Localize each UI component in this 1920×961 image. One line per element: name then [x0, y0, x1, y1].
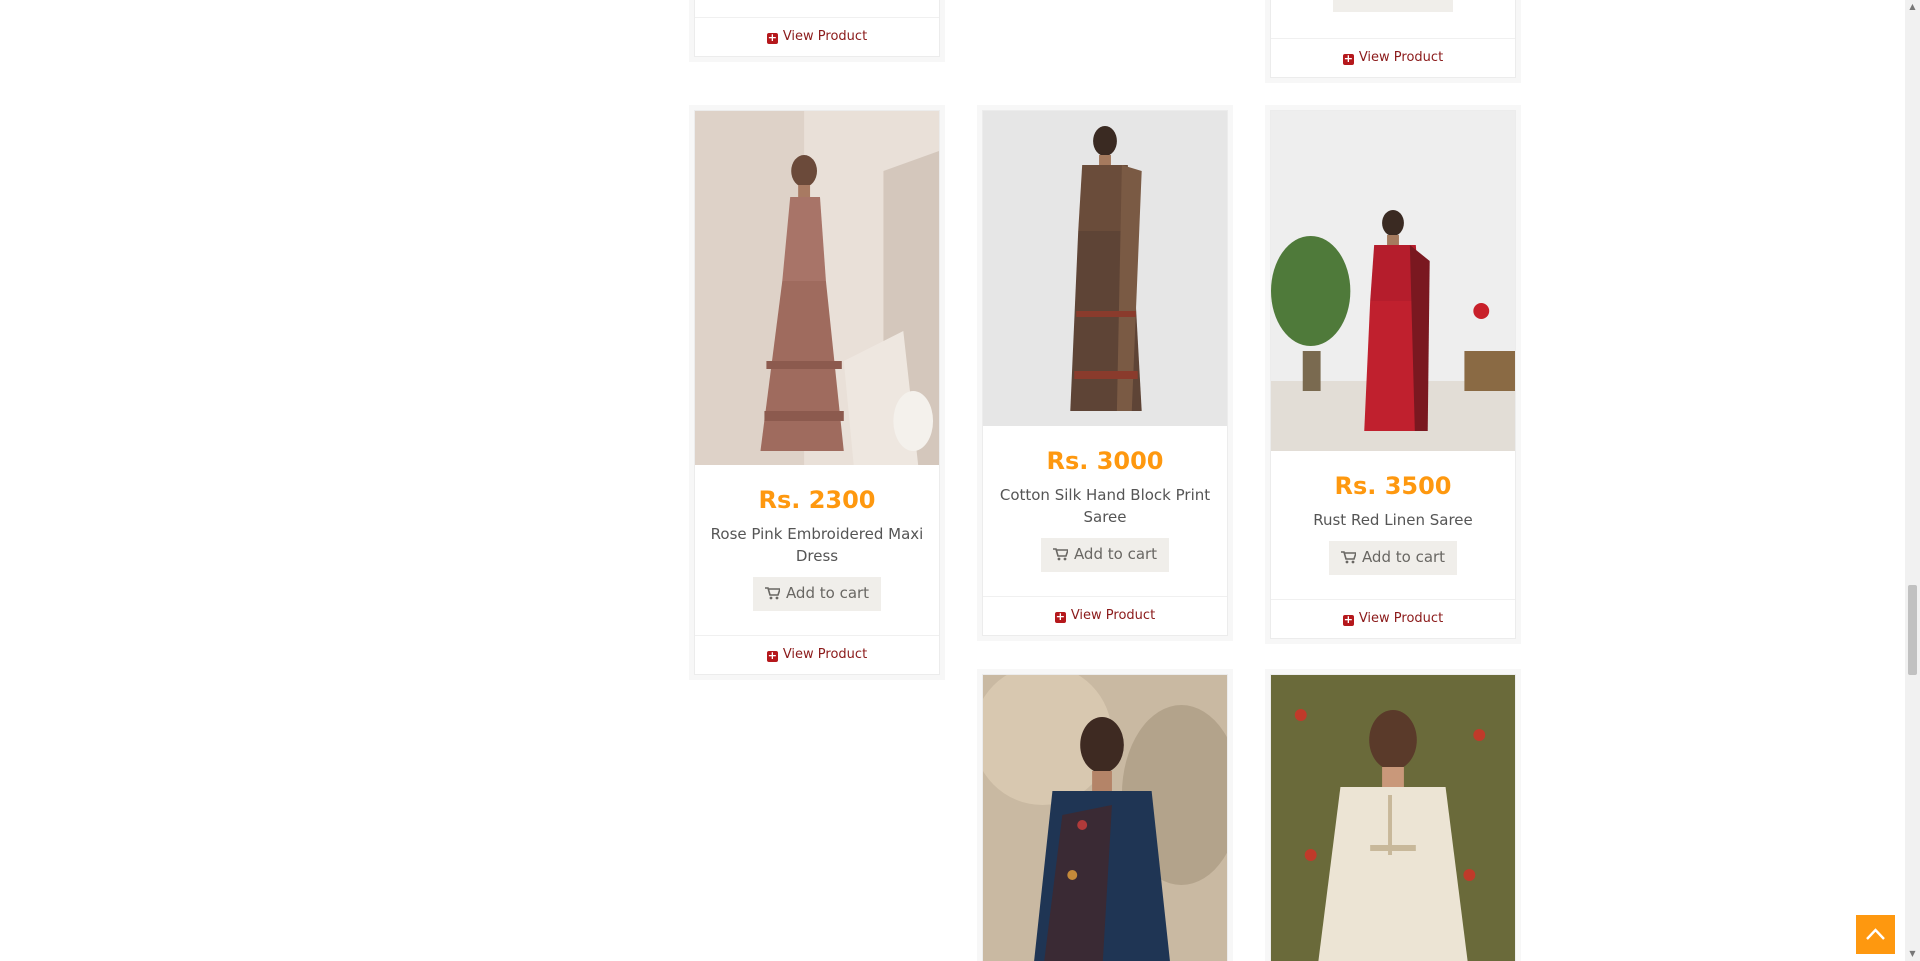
view-product-link[interactable]: + View Product: [695, 636, 939, 674]
chevron-up-icon: [1856, 928, 1895, 958]
plus-square-icon: +: [1054, 610, 1066, 623]
product-card-top-left: + View Product: [689, 0, 945, 62]
add-to-cart-label: Add to cart: [785, 584, 870, 602]
add-to-cart-button[interactable]: Add to cart: [1040, 538, 1170, 572]
product-price: Rs. 3500: [1334, 472, 1452, 500]
product-image[interactable]: [983, 675, 1227, 961]
product-price: Rs. 3000: [1046, 447, 1164, 475]
scroll-thumb[interactable]: [1908, 585, 1917, 675]
plus-square-icon: +: [1342, 52, 1354, 65]
product-card-bottom-right: [1265, 669, 1521, 961]
product-image[interactable]: [695, 111, 939, 465]
product-image[interactable]: [983, 111, 1227, 426]
scroll-to-top-button[interactable]: [1856, 915, 1895, 954]
view-product-label: View Product: [1070, 608, 1156, 623]
add-to-cart-button[interactable]: Add to cart: [752, 577, 882, 611]
product-card-bottom-middle: [977, 669, 1233, 961]
view-product-label: View Product: [782, 647, 868, 662]
add-to-cart-label: Add to cart: [1361, 548, 1446, 566]
product-name: Cotton Silk Hand Block Print Saree: [999, 486, 1211, 526]
vertical-scrollbar[interactable]: ▲ ▼: [1905, 0, 1920, 961]
view-product-link[interactable]: + View Product: [983, 597, 1227, 635]
product-card: Rs. 3000 Cotton Silk Hand Block Print Sa…: [977, 105, 1233, 641]
plus-square-icon: +: [1342, 613, 1354, 626]
add-to-cart-button[interactable]: Add to cart: [1328, 541, 1458, 575]
scroll-down-arrow-icon[interactable]: ▼: [1905, 947, 1920, 961]
product-image[interactable]: [1271, 111, 1515, 451]
view-product-label: View Product: [782, 29, 868, 44]
add-to-cart-label: Add to cart: [1073, 545, 1158, 563]
view-product-link[interactable]: + View Product: [1271, 600, 1515, 638]
product-card: Rs. 2300 Rose Pink Embroidered Maxi Dres…: [689, 105, 945, 680]
view-product-link[interactable]: + View Product: [695, 18, 939, 56]
product-name: Rust Red Linen Saree: [1313, 511, 1473, 529]
view-product-label: View Product: [1358, 50, 1444, 65]
product-image[interactable]: [1271, 675, 1515, 961]
product-card: Rs. 3500 Rust Red Linen Saree Add to car…: [1265, 105, 1521, 644]
plus-square-icon: +: [766, 31, 778, 44]
shopping-cart-icon: [1340, 550, 1358, 568]
plus-square-icon: +: [766, 649, 778, 662]
view-product-label: View Product: [1358, 611, 1444, 626]
add-to-cart-button-partial[interactable]: [1333, 0, 1453, 12]
product-card-top-right: + View Product: [1265, 0, 1521, 83]
shopping-cart-icon: [1052, 547, 1070, 565]
shopping-cart-icon: [764, 586, 782, 604]
product-name: Rose Pink Embroidered Maxi Dress: [710, 525, 924, 565]
scroll-up-arrow-icon[interactable]: ▲: [1905, 0, 1920, 14]
view-product-link[interactable]: + View Product: [1271, 39, 1515, 77]
product-price: Rs. 2300: [758, 486, 876, 514]
page: + View Product + View Product Rs. 2300 R…: [0, 0, 1920, 961]
